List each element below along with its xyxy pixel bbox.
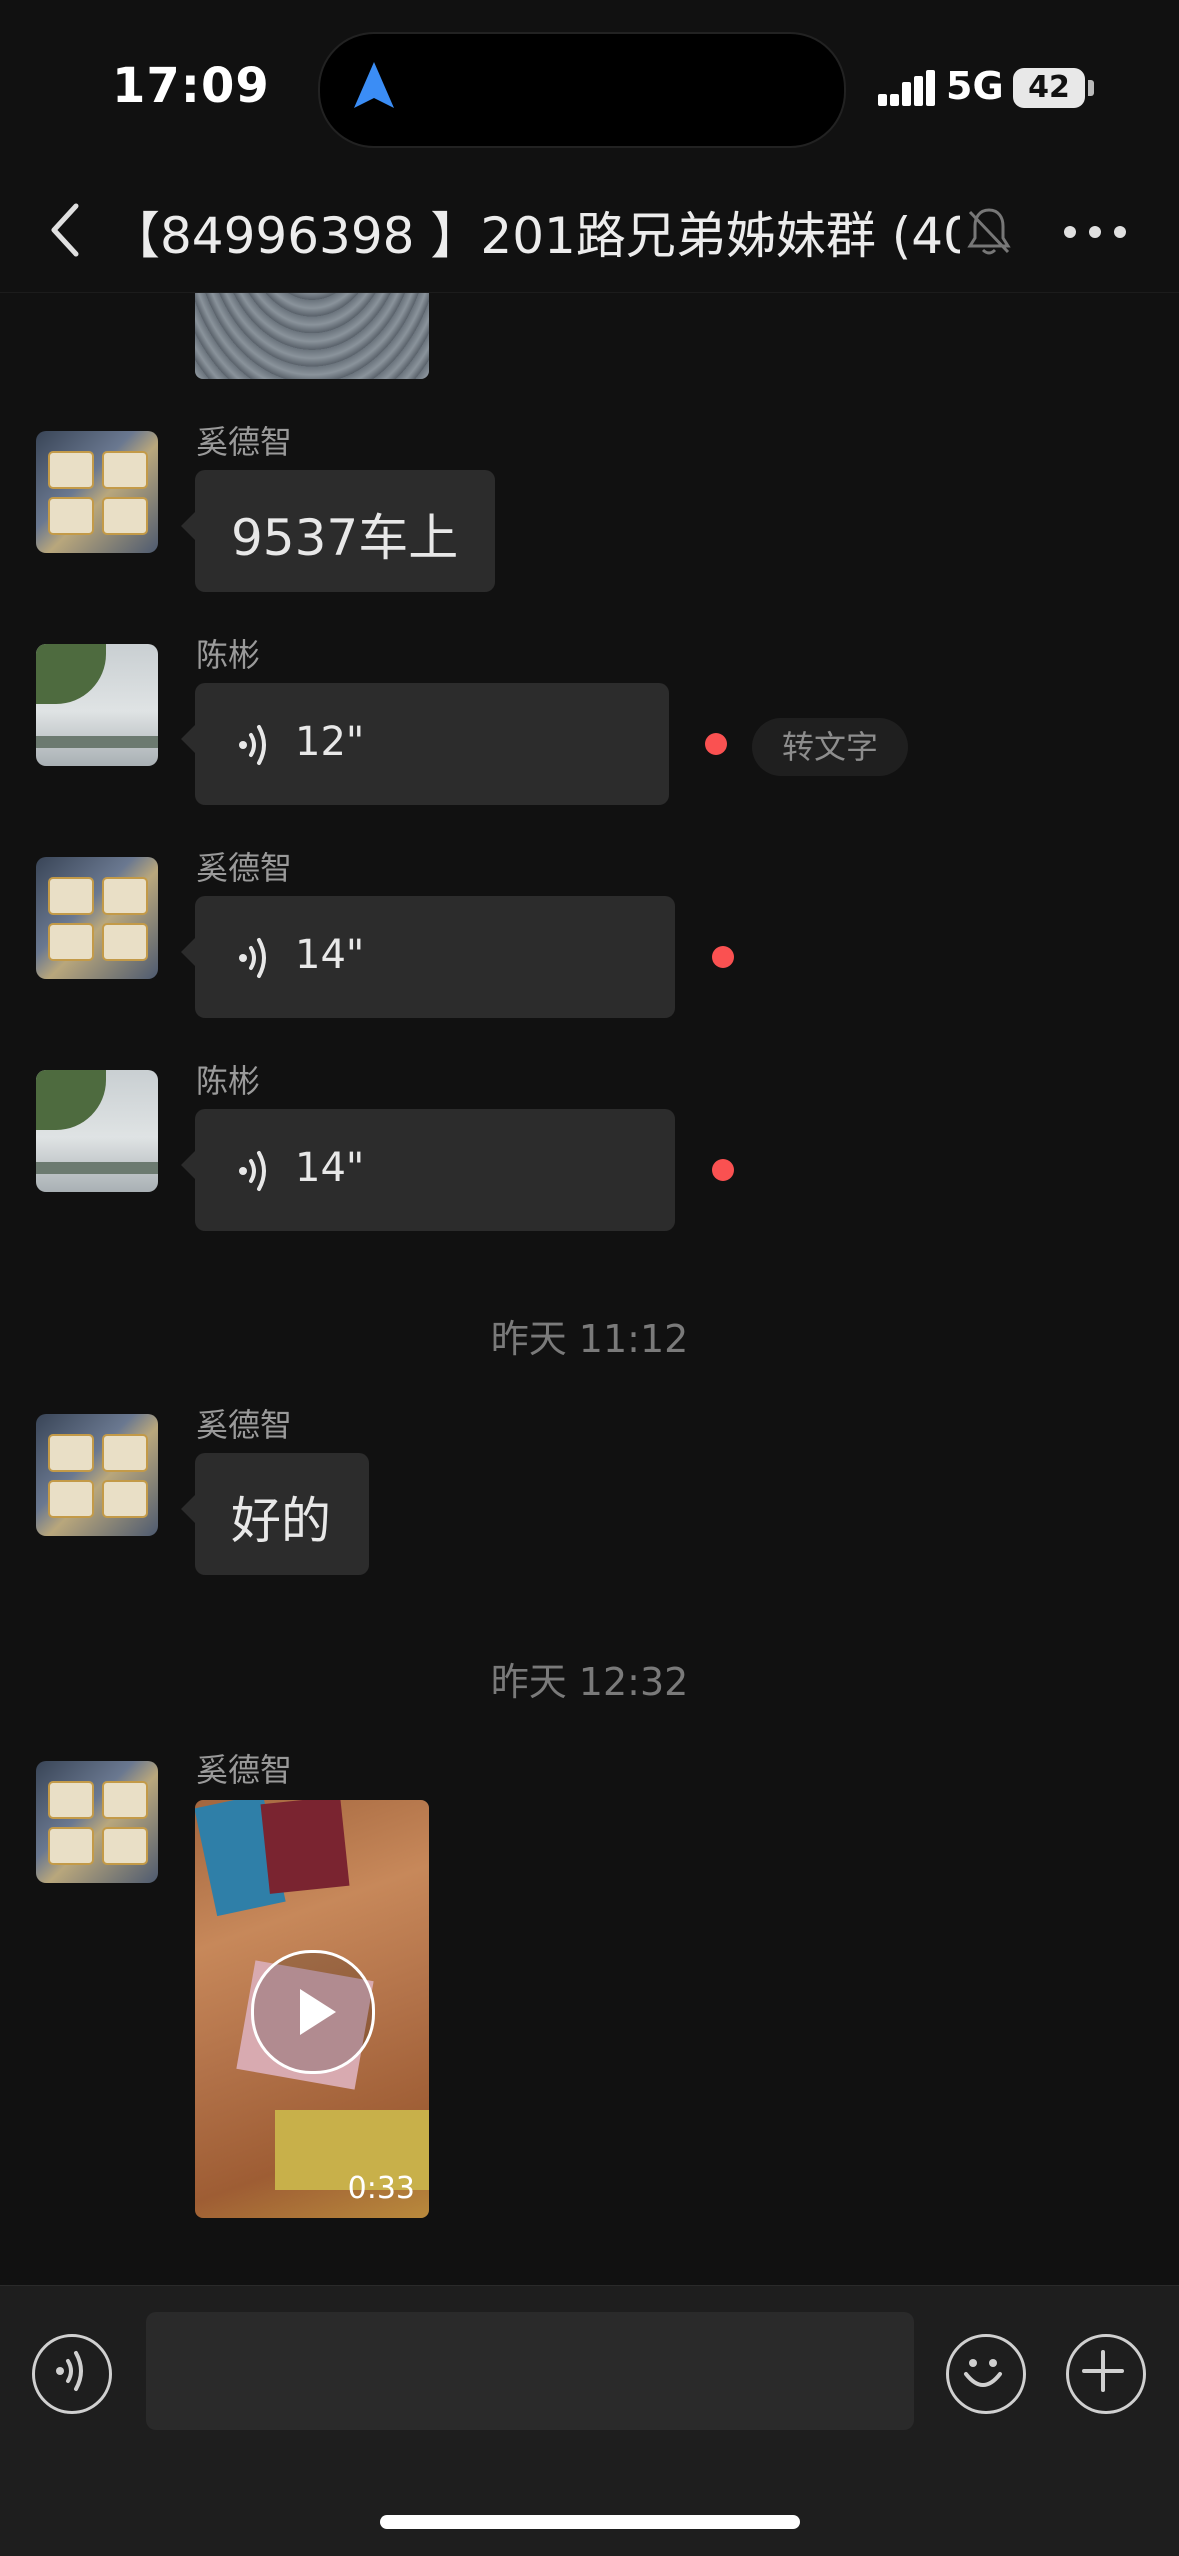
network-type: 5G bbox=[946, 64, 1004, 108]
timestamp: 昨天 12:32 bbox=[490, 1660, 689, 1704]
message-list[interactable]: 奚德智 9537车上 陈彬 12" 转文字 奚德智 14" 陈彬 14" 昨天 … bbox=[0, 293, 1179, 2285]
sender-name: 奚德智 bbox=[196, 849, 293, 887]
chat-screen: 17:09 5G 42 【84996398 】201路兄弟姊妹群 (40) 奚德… bbox=[0, 0, 1179, 2556]
message-input[interactable] bbox=[146, 2312, 914, 2430]
voice-wave-icon bbox=[239, 1151, 266, 1191]
avatar[interactable] bbox=[36, 431, 158, 553]
message-text: 好的 bbox=[231, 1492, 331, 1550]
plus-icon bbox=[1082, 2350, 1124, 2392]
unread-dot bbox=[712, 946, 734, 968]
chat-header: 【84996398 】201路兄弟姊妹群 (40) bbox=[0, 170, 1179, 293]
add-more-button[interactable] bbox=[1066, 2334, 1146, 2414]
message-text: 9537车上 bbox=[231, 509, 459, 567]
voice-message-bubble[interactable]: 14" bbox=[181, 896, 675, 1018]
avatar[interactable] bbox=[36, 857, 158, 979]
avatar[interactable] bbox=[36, 1070, 158, 1192]
sender-name: 奚德智 bbox=[196, 1406, 293, 1444]
voice-input-button[interactable] bbox=[32, 2334, 112, 2414]
avatar[interactable] bbox=[36, 1761, 158, 1883]
navigation-arrow-icon bbox=[354, 62, 394, 108]
muted-bell-icon bbox=[967, 208, 1011, 255]
play-icon[interactable] bbox=[251, 1950, 375, 2074]
text-message-bubble[interactable]: 9537车上 bbox=[181, 470, 495, 592]
timestamp: 昨天 11:12 bbox=[490, 1317, 689, 1361]
battery-tip bbox=[1088, 80, 1094, 96]
avatar[interactable] bbox=[36, 644, 158, 766]
sender-name: 陈彬 bbox=[196, 1062, 261, 1100]
unread-dot bbox=[705, 733, 727, 755]
text-message-bubble[interactable]: 好的 bbox=[181, 1453, 369, 1575]
home-indicator[interactable] bbox=[380, 2515, 800, 2529]
voice-wave-icon bbox=[56, 2351, 83, 2391]
emoji-face-icon bbox=[964, 2359, 1002, 2387]
voice-duration: 12" bbox=[295, 719, 365, 765]
more-options-icon[interactable] bbox=[1060, 222, 1130, 242]
unread-dot bbox=[712, 1159, 734, 1181]
sender-name: 奚德智 bbox=[196, 1751, 293, 1789]
battery-level: 42 bbox=[1028, 70, 1070, 105]
group-title: 【84996398 】201路兄弟姊妹群 (40) bbox=[110, 207, 960, 265]
status-bar: 17:09 5G 42 bbox=[0, 0, 1179, 170]
voice-duration: 14" bbox=[295, 1145, 365, 1191]
convert-to-text-button[interactable]: 转文字 bbox=[752, 718, 908, 776]
voice-wave-icon bbox=[239, 938, 266, 978]
emoji-button[interactable] bbox=[946, 2334, 1026, 2414]
previous-image-message[interactable] bbox=[195, 293, 429, 379]
sender-name: 奚德智 bbox=[196, 423, 293, 461]
video-message[interactable]: 0:33 bbox=[195, 1800, 429, 2218]
voice-wave-icon bbox=[239, 725, 266, 765]
back-chevron-icon[interactable] bbox=[42, 198, 92, 262]
voice-message-bubble[interactable]: 14" bbox=[181, 1109, 675, 1231]
voice-message-bubble[interactable]: 12" bbox=[181, 683, 669, 805]
avatar[interactable] bbox=[36, 1414, 158, 1536]
battery-icon: 42 bbox=[1013, 68, 1085, 108]
voice-duration: 14" bbox=[295, 932, 365, 978]
cellular-signal-icon bbox=[878, 70, 935, 106]
status-time: 17:09 bbox=[112, 58, 270, 114]
sender-name: 陈彬 bbox=[196, 636, 261, 674]
video-duration: 0:33 bbox=[347, 2171, 415, 2206]
